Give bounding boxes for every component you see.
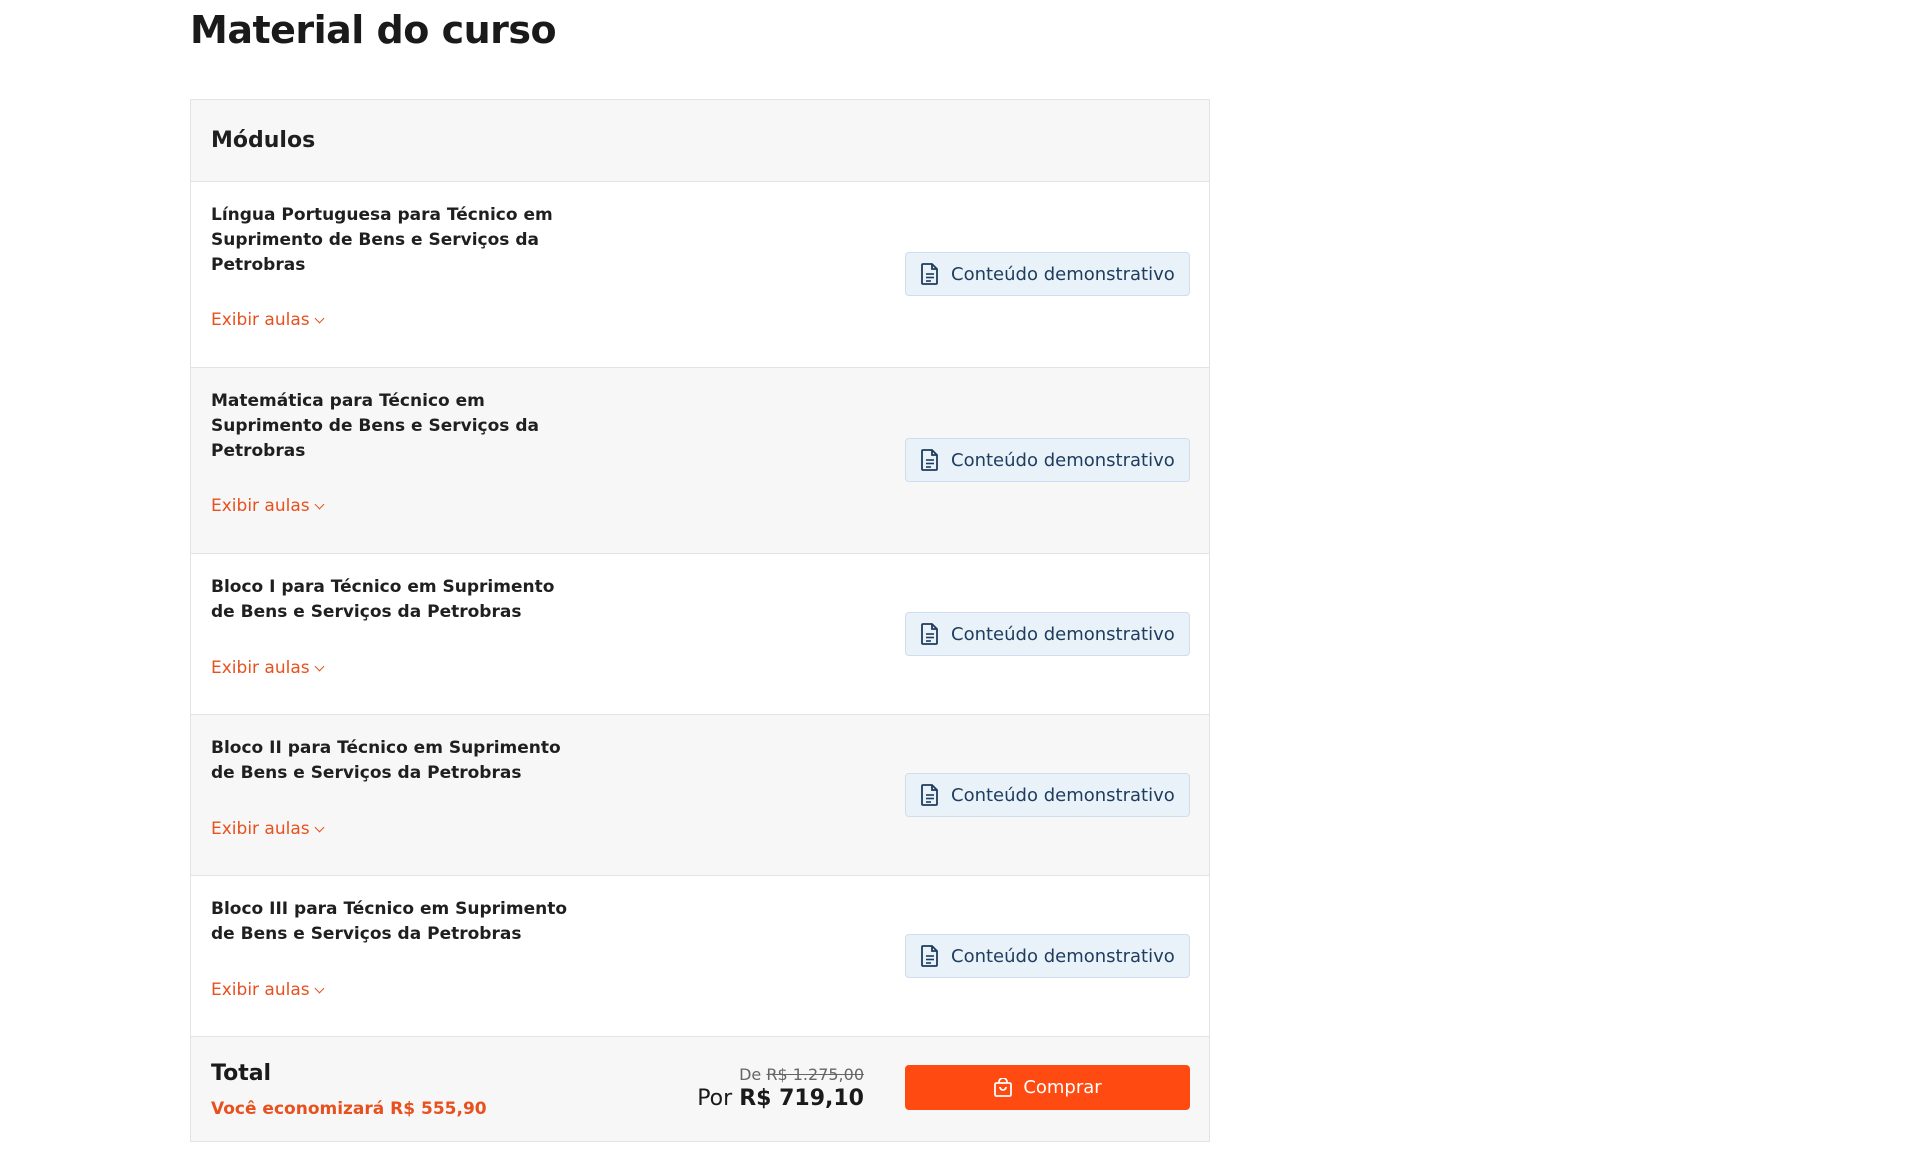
module-title: Bloco II para Técnico em Suprimento de B… [211, 738, 561, 783]
demo-content-label: Conteúdo demonstrativo [951, 623, 1175, 645]
show-lessons-toggle[interactable]: Exibir aulas [211, 658, 325, 678]
show-lessons-toggle[interactable]: Exibir aulas [211, 819, 325, 839]
show-lessons-toggle[interactable]: Exibir aulas [211, 496, 325, 516]
chevron-down-icon [314, 313, 325, 324]
show-lessons-label: Exibir aulas [211, 310, 310, 330]
module-title: Língua Portuguesa para Técnico em Suprim… [211, 205, 553, 275]
shopping-bag-icon [994, 1077, 1013, 1097]
chevron-down-icon [314, 499, 325, 510]
show-lessons-label: Exibir aulas [211, 980, 310, 1000]
old-price-prefix: De [739, 1065, 762, 1084]
module-row: Bloco II para Técnico em Suprimento de B… [191, 715, 1209, 876]
total-row: Total Você economizará R$ 555,90 De R$ 1… [191, 1037, 1209, 1141]
savings-text: Você economizará R$ 555,90 [211, 1099, 487, 1119]
document-icon [921, 449, 938, 471]
modules-header-label: Módulos [211, 128, 316, 153]
show-lessons-label: Exibir aulas [211, 658, 310, 678]
document-icon [921, 263, 938, 285]
module-row: Bloco I para Técnico em Suprimento de Be… [191, 554, 1209, 715]
module-row: Bloco III para Técnico em Suprimento de … [191, 876, 1209, 1037]
show-lessons-label: Exibir aulas [211, 496, 310, 516]
document-icon [921, 784, 938, 806]
modules-table: Módulos Língua Portuguesa para Técnico e… [190, 99, 1210, 1142]
module-title: Bloco III para Técnico em Suprimento de … [211, 899, 568, 944]
buy-button[interactable]: Comprar [905, 1065, 1190, 1110]
chevron-down-icon [314, 822, 325, 833]
module-row: Língua Portuguesa para Técnico em Suprim… [191, 182, 1209, 368]
price-block: De R$ 1.275,00 Por R$ 719,10 [697, 1065, 864, 1111]
demo-content-button[interactable]: Conteúdo demonstrativo [905, 934, 1190, 978]
demo-content-label: Conteúdo demonstrativo [951, 449, 1175, 471]
new-price-prefix: Por [697, 1086, 733, 1111]
modules-table-header: Módulos [191, 100, 1209, 182]
demo-content-label: Conteúdo demonstrativo [951, 784, 1175, 806]
module-row: Matemática para Técnico em Suprimento de… [191, 368, 1209, 554]
chevron-down-icon [314, 661, 325, 672]
document-icon [921, 623, 938, 645]
demo-content-label: Conteúdo demonstrativo [951, 263, 1175, 285]
demo-content-button[interactable]: Conteúdo demonstrativo [905, 773, 1190, 817]
demo-content-button[interactable]: Conteúdo demonstrativo [905, 252, 1190, 296]
show-lessons-toggle[interactable]: Exibir aulas [211, 310, 325, 330]
module-title: Matemática para Técnico em Suprimento de… [211, 391, 539, 461]
demo-content-label: Conteúdo demonstrativo [951, 945, 1175, 967]
new-price: R$ 719,10 [739, 1086, 864, 1111]
old-price: R$ 1.275,00 [766, 1065, 864, 1084]
show-lessons-label: Exibir aulas [211, 819, 310, 839]
chevron-down-icon [314, 983, 325, 994]
total-label: Total [211, 1061, 272, 1086]
module-title: Bloco I para Técnico em Suprimento de Be… [211, 577, 555, 622]
buy-button-label: Comprar [1023, 1077, 1102, 1098]
page: Material do curso Módulos Língua Portugu… [0, 0, 1920, 1150]
page-title: Material do curso [190, 8, 557, 52]
show-lessons-toggle[interactable]: Exibir aulas [211, 980, 325, 1000]
document-icon [921, 945, 938, 967]
demo-content-button[interactable]: Conteúdo demonstrativo [905, 438, 1190, 482]
old-price-line: De R$ 1.275,00 [697, 1065, 864, 1084]
new-price-line: Por R$ 719,10 [697, 1086, 864, 1111]
demo-content-button[interactable]: Conteúdo demonstrativo [905, 612, 1190, 656]
